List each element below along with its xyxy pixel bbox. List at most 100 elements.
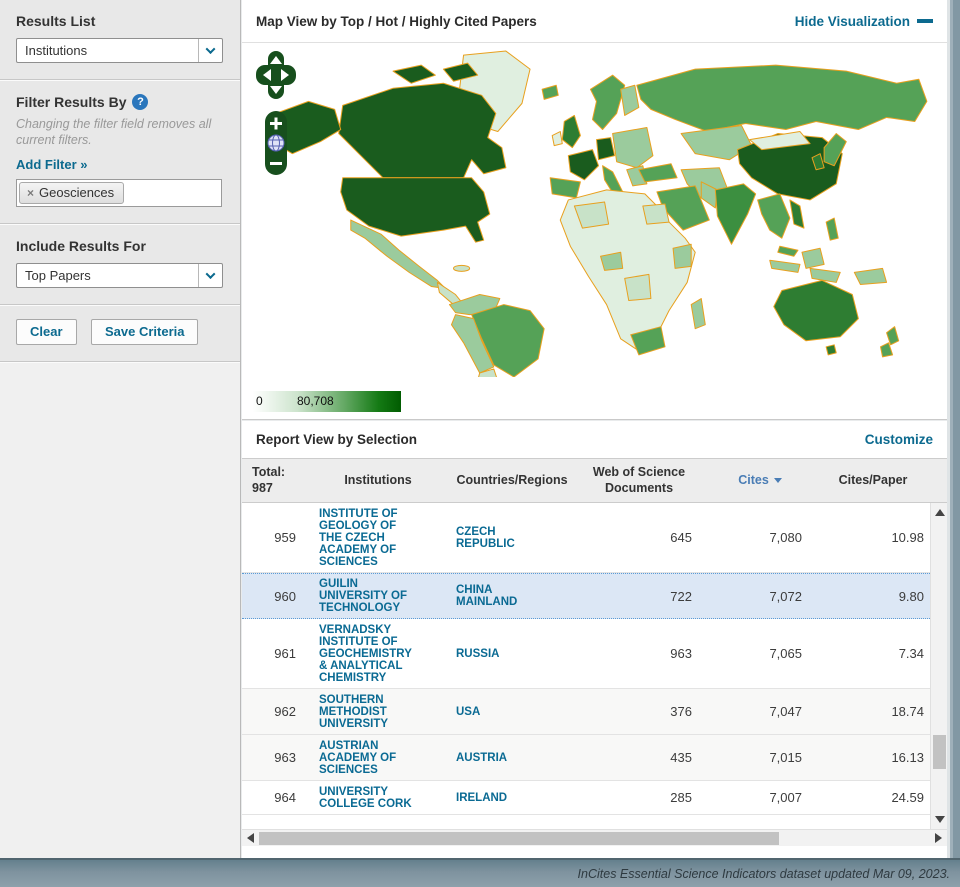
country-malaysia[interactable]: [778, 246, 798, 256]
choropleth-world-map[interactable]: [242, 43, 947, 377]
cites-column-label: Cites: [738, 473, 769, 489]
country-ethiopia-kenya[interactable]: [673, 244, 691, 268]
column-countries-regions[interactable]: Countries/Regions: [450, 473, 574, 489]
remove-tag-icon[interactable]: ×: [27, 186, 34, 200]
island-borneo[interactable]: [802, 248, 824, 268]
scroll-down-icon[interactable]: [935, 816, 945, 823]
country-japan[interactable]: [824, 134, 846, 166]
country-new-zealand-north[interactable]: [887, 327, 899, 345]
row-rank: 959: [242, 525, 306, 550]
results-list-heading: Results List: [16, 13, 224, 29]
results-list-dropdown-button[interactable]: [198, 39, 222, 62]
country-germany[interactable]: [597, 138, 615, 160]
country-turkey[interactable]: [639, 164, 677, 182]
table-row[interactable]: 963 AUSTRIAN ACADEMY OF SCIENCES AUSTRIA…: [242, 735, 930, 781]
wos-documents-value: 963: [574, 641, 704, 666]
institution-link[interactable]: VERNADSKY INSTITUTE OF GEOCHEMISTRY & AN…: [306, 619, 450, 689]
report-view-title: Report View by Selection: [256, 432, 417, 447]
country-link[interactable]: AUSTRIA: [450, 747, 574, 769]
column-cites-per-paper[interactable]: Cites/Paper: [816, 473, 930, 489]
country-finland[interactable]: [621, 85, 639, 115]
country-indonesia[interactable]: [770, 260, 800, 272]
help-icon[interactable]: ?: [132, 94, 148, 110]
country-link[interactable]: IRELAND: [450, 787, 574, 809]
eastern-europe[interactable]: [613, 128, 653, 168]
country-india[interactable]: [715, 184, 755, 244]
table-row[interactable]: 964 UNIVERSITY COLLEGE CORK IRELAND 285 …: [242, 781, 930, 815]
country-canada[interactable]: [339, 83, 506, 178]
country-spain[interactable]: [550, 178, 580, 198]
cites-per-paper-value: 7.34: [816, 641, 930, 666]
country-cuba[interactable]: [454, 265, 470, 271]
table-row[interactable]: 959 INSTITUTE OF GEOLOGY OF THE CZECH AC…: [242, 503, 930, 573]
add-filter-link[interactable]: Add Filter »: [16, 157, 88, 172]
country-link[interactable]: CZECH REPUBLIC: [450, 521, 574, 555]
country-australia[interactable]: [774, 280, 859, 340]
filter-heading-label: Filter Results By: [16, 94, 126, 110]
institution-link[interactable]: SOUTHERN METHODIST UNIVERSITY: [306, 689, 450, 735]
arctic-island[interactable]: [393, 65, 435, 83]
filter-tag-box: × Geosciences: [16, 179, 222, 207]
southeast-asia[interactable]: [758, 194, 790, 238]
vertical-scroll-thumb[interactable]: [933, 735, 946, 769]
institution-link[interactable]: AUSTRIAN ACADEMY OF SCIENCES: [306, 735, 450, 781]
country-egypt[interactable]: [643, 204, 669, 224]
country-madagascar[interactable]: [691, 299, 705, 329]
include-results-dropdown-button[interactable]: [198, 264, 222, 287]
country-philippines[interactable]: [826, 218, 838, 240]
hide-visualization-link[interactable]: Hide Visualization: [795, 14, 933, 29]
island-new-guinea[interactable]: [854, 268, 886, 284]
include-results-select[interactable]: Top Papers: [16, 263, 223, 288]
legend-min-value: 0: [256, 394, 263, 408]
globe-icon: [268, 135, 284, 151]
country-vietnam[interactable]: [790, 200, 804, 228]
results-list-section: Results List Institutions: [0, 0, 240, 80]
table-row-selected[interactable]: 960 GUILIN UNIVERSITY OF TECHNOLOGY CHIN…: [242, 573, 930, 619]
institution-link[interactable]: INSTITUTE OF GEOLOGY OF THE CZECH ACADEM…: [306, 503, 450, 573]
save-criteria-button[interactable]: Save Criteria: [91, 319, 199, 345]
map-pan-control[interactable]: [256, 51, 296, 99]
scroll-right-icon[interactable]: [935, 833, 942, 843]
table-row[interactable]: 962 SOUTHERN METHODIST UNIVERSITY USA 37…: [242, 689, 930, 735]
horizontal-scroll-thumb[interactable]: [259, 832, 779, 845]
cites-value: 7,047: [704, 699, 816, 724]
column-total: Total: 987: [242, 465, 306, 496]
country-link[interactable]: CHINA MAINLAND: [450, 579, 574, 613]
country-iceland[interactable]: [542, 85, 558, 99]
column-wos-documents[interactable]: Web of Science Documents: [574, 465, 704, 496]
sidebar: Results List Institutions Filter Results…: [0, 0, 241, 858]
column-cites-sorted[interactable]: Cites: [704, 473, 816, 489]
institution-link[interactable]: UNIVERSITY COLLEGE CORK: [306, 781, 450, 815]
country-indonesia-east[interactable]: [810, 268, 840, 282]
filter-section: Filter Results By ? Changing the filter …: [0, 80, 240, 224]
wos-documents-value: 435: [574, 745, 704, 770]
scroll-left-icon[interactable]: [247, 833, 254, 843]
clear-button[interactable]: Clear: [16, 319, 77, 345]
scroll-up-icon[interactable]: [935, 509, 945, 516]
cites-per-paper-value: 18.74: [816, 699, 930, 724]
country-ireland[interactable]: [552, 132, 562, 146]
table-header-row: Total: 987 Institutions Countries/Region…: [242, 458, 947, 503]
map-zoom-control[interactable]: [265, 111, 287, 175]
country-uk[interactable]: [562, 115, 580, 147]
island-tasmania[interactable]: [826, 345, 836, 355]
cites-per-paper-value: 10.98: [816, 525, 930, 550]
table-row[interactable]: 961 VERNADSKY INSTITUTE OF GEOCHEMISTRY …: [242, 619, 930, 689]
country-france[interactable]: [568, 150, 598, 180]
report-view-panel: Report View by Selection Customize Total…: [242, 421, 947, 858]
results-list-select[interactable]: Institutions: [16, 38, 223, 63]
horizontal-scrollbar[interactable]: [242, 829, 947, 846]
world-map[interactable]: 0 80,708: [242, 43, 947, 419]
row-rank: 964: [242, 785, 306, 810]
customize-link[interactable]: Customize: [865, 432, 933, 447]
vertical-scrollbar[interactable]: [930, 503, 947, 829]
country-link[interactable]: USA: [450, 701, 574, 723]
country-norway-sweden[interactable]: [590, 75, 624, 129]
column-institutions[interactable]: Institutions: [306, 473, 450, 489]
institution-link[interactable]: GUILIN UNIVERSITY OF TECHNOLOGY: [306, 573, 450, 619]
table-rows: 959 INSTITUTE OF GEOLOGY OF THE CZECH AC…: [242, 503, 930, 829]
filter-tag-geosciences[interactable]: × Geosciences: [19, 182, 124, 204]
country-link[interactable]: RUSSIA: [450, 643, 574, 665]
country-russia[interactable]: [637, 65, 927, 131]
country-drc[interactable]: [625, 274, 651, 300]
